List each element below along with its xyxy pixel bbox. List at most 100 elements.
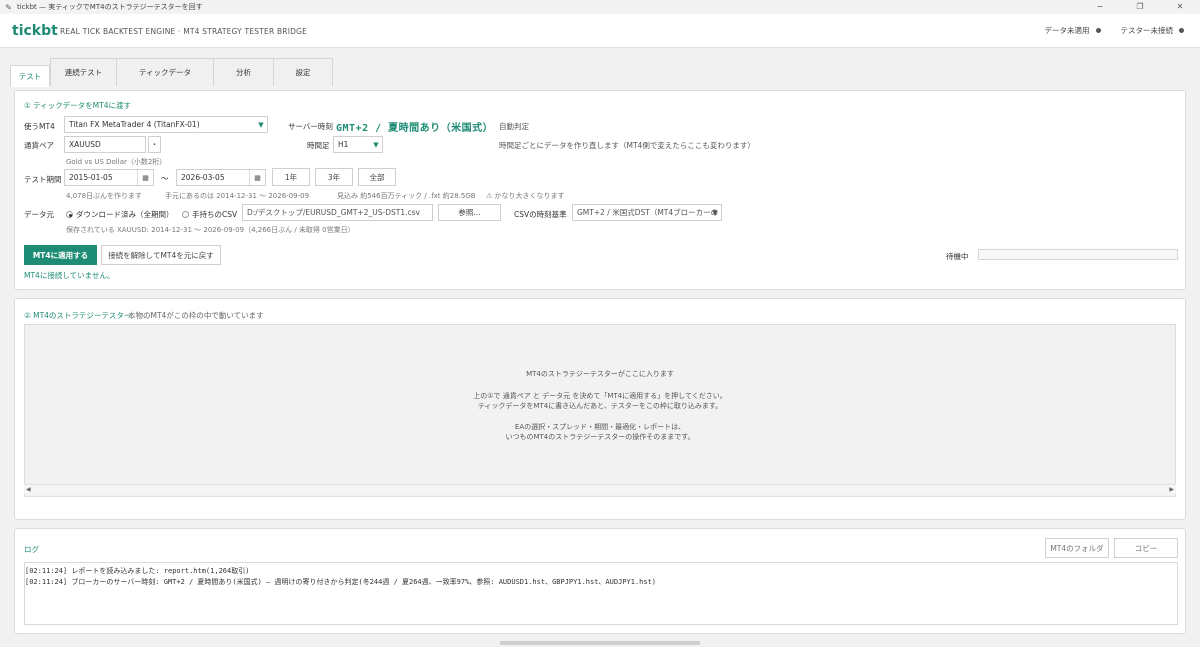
brand-logo: tickbt — [12, 23, 58, 39]
pair-picker-label: ・ — [150, 140, 159, 149]
log-output[interactable]: [02:11:24] レポートを読み込みました: report.htm(1,26… — [24, 562, 1178, 625]
tab-serial-test[interactable]: 連続テスト — [50, 58, 117, 86]
estimate-info: 見込み 約546百万ティック / .fxt 約28.5GB — [337, 192, 476, 200]
app-subtitle: REAL TICK BACKTEST ENGINE · MT4 STRATEGY… — [60, 27, 308, 36]
csv-timezone-select[interactable]: GMT+2 / 米国式DST（MT4ブローカーの ▼ — [572, 204, 722, 221]
chevron-down-icon: ▼ — [712, 208, 718, 217]
mt4-folder-label: MT4のフォルダ — [1050, 543, 1104, 553]
pair-input-value: XAUUSD — [69, 140, 101, 149]
timeframe-select[interactable]: H1 ▼ — [333, 136, 383, 153]
strategy-tester-panel: ② MT4のストラテジーテスター 本物のMT4がこの枠の中で動いています MT4… — [14, 298, 1186, 520]
mt4-label: 使うMT4 — [24, 122, 55, 131]
tab-test-label: テスト — [18, 71, 42, 81]
available-range-info: 手元にあるのは 2014-12-31 〜 2026-09-09 — [165, 192, 310, 200]
apply-to-mt4-button[interactable]: MT4に適用する — [24, 245, 97, 265]
csv-path-value: D:/デスクトップ/EURUSD_GMT+2_US-DST1.csv — [247, 208, 420, 217]
period-label: テスト期間 — [24, 175, 62, 184]
size-warning: ⚠ かなり大きくなります — [486, 192, 565, 200]
date-to-value: 2026-03-05 — [181, 173, 225, 182]
tick-data-panel: ① ティックデータをMT4に渡す 使うMT4 Titan FX MetaTrad… — [14, 90, 1186, 290]
copy-label: コピー — [1134, 543, 1158, 553]
server-time-label: サーバー時刻 — [288, 122, 333, 131]
placeholder-title: MT4のストラテジーテスターがここに入ります — [526, 370, 674, 378]
placeholder-line-2: ティックデータをMT4に書き込んだあと、テスターをこの枠に取り込みます。 — [477, 402, 723, 410]
tester-embed-area[interactable]: MT4のストラテジーテスターがここに入ります 上の①で 通貨ペア と データ元 … — [24, 324, 1176, 497]
period-days-info: 4,078日ぶんを作ります — [66, 192, 143, 200]
auto-detect-label: 自動判定 — [499, 122, 529, 131]
tab-analysis[interactable]: 分析 — [213, 58, 274, 86]
data-status: データ未適用 — [1044, 26, 1090, 35]
date-range-separator: 〜 — [161, 174, 169, 183]
tab-tick-data-label: ティックデータ — [138, 68, 192, 77]
preset-1y-label: 1年 — [284, 172, 298, 182]
log-line: [02:11:24] ブローカーのサーバー時刻: GMT+2 / 夏時間あり(米… — [25, 578, 657, 586]
mt4-select[interactable]: Titan FX MetaTrader 4 (TitanFX-01) ▼ — [64, 116, 268, 133]
minimize-button[interactable]: − — [1080, 0, 1120, 14]
mt4-select-value: Titan FX MetaTrader 4 (TitanFX-01) — [69, 120, 200, 129]
scroll-left-icon[interactable]: ◀ — [26, 486, 31, 493]
browse-label: 参照... — [458, 208, 481, 217]
preset-3y-label: 3年 — [327, 172, 341, 182]
source-csv-label: 手持ちのCSV — [192, 210, 238, 219]
log-title: ログ — [24, 545, 39, 554]
disconnect-restore-button[interactable]: 接続を解除してMT4を元に戻す — [101, 245, 221, 265]
date-to-input[interactable]: 2026-03-05 ▦ — [176, 169, 266, 186]
browse-button[interactable]: 参照... — [438, 204, 501, 221]
calendar-icon[interactable]: ▦ — [249, 170, 265, 185]
maximize-button[interactable]: ❐ — [1120, 0, 1160, 14]
window-title: tickbt — 実ティックでMT4のストラテジーテスターを回す — [17, 3, 203, 11]
timeframe-select-value: H1 — [338, 140, 349, 149]
radio-unselected-icon — [182, 211, 189, 218]
mt4-folder-button[interactable]: MT4のフォルダ — [1045, 538, 1109, 558]
csv-path-input[interactable]: D:/デスクトップ/EURUSD_GMT+2_US-DST1.csv — [242, 204, 433, 221]
chevron-down-icon: ▼ — [373, 140, 379, 149]
preset-1y-button[interactable]: 1年 — [272, 168, 310, 186]
progress-bar — [978, 249, 1178, 260]
tester-status: テスター未接続 — [1120, 26, 1174, 35]
pair-input[interactable]: XAUUSD — [64, 136, 146, 153]
window-scrollbar[interactable] — [500, 641, 700, 645]
stored-data-info: 保存されている XAUUSD: 2014-12-31 〜 2026-09-09（… — [66, 226, 355, 234]
connection-status: MT4に接続していません。 — [24, 271, 115, 280]
scroll-right-icon[interactable]: ▶ — [1169, 486, 1174, 493]
data-status-dot-icon — [1095, 28, 1101, 33]
source-label: データ元 — [24, 210, 54, 219]
source-downloaded-label: ダウンロード済み（全期間） — [76, 210, 174, 219]
timeframe-label: 時間足 — [307, 141, 330, 150]
placeholder-line-4: いつものMT4のストラテジーテスターの操作そのままです。 — [505, 433, 695, 441]
state-label: 待機中 — [946, 252, 969, 261]
date-from-value: 2015-01-05 — [69, 173, 113, 182]
close-button[interactable]: ✕ — [1160, 0, 1200, 14]
horizontal-scrollbar[interactable]: ◀ ▶ — [24, 484, 1176, 494]
pair-description: Gold vs US Dollar（小数2桁） — [66, 158, 167, 166]
tab-settings[interactable]: 設定 — [273, 58, 333, 86]
placeholder-line-3: EAの選択・スプレッド・期間・最適化・レポートは、 — [514, 423, 686, 431]
chevron-down-icon: ▼ — [258, 120, 264, 129]
pair-picker-button[interactable]: ・ — [148, 136, 161, 153]
tester-status-dot-icon — [1179, 28, 1184, 33]
copy-button[interactable]: コピー — [1114, 538, 1178, 558]
source-downloaded-radio[interactable]: ダウンロード済み（全期間） — [66, 209, 174, 220]
app-header: tickbt REAL TICK BACKTEST ENGINE · MT4 S… — [0, 14, 1200, 48]
status-group: データ未適用 テスター未接続 — [1044, 25, 1184, 36]
server-time-value: GMT+2 / 夏時間あり（米国式） — [336, 123, 494, 134]
preset-3y-button[interactable]: 3年 — [315, 168, 353, 186]
pair-label: 通貨ペア — [24, 141, 54, 150]
disconnect-restore-label: 接続を解除してMT4を元に戻す — [108, 250, 214, 260]
calendar-icon[interactable]: ▦ — [137, 170, 153, 185]
window-titlebar: ✎ tickbt — 実ティックでMT4のストラテジーテスターを回す − ❐ ✕ — [0, 0, 1200, 14]
section2-title: ② MT4のストラテジーテスター — [24, 311, 132, 320]
tab-test[interactable]: テスト — [10, 65, 50, 87]
preset-all-button[interactable]: 全部 — [358, 168, 396, 186]
source-csv-radio[interactable]: 手持ちのCSV — [182, 209, 237, 220]
tab-settings-label: 設定 — [295, 68, 311, 77]
tab-tick-data[interactable]: ティックデータ — [116, 58, 214, 86]
section1-title: ① ティックデータをMT4に渡す — [24, 101, 131, 110]
log-line: [02:11:24] レポートを読み込みました: report.htm(1,26… — [25, 567, 250, 575]
tab-serial-test-label: 連続テスト — [64, 68, 103, 77]
timeframe-note: 時間足ごとにデータを作り直します（MT4側で変えたらここも変わります） — [499, 141, 755, 150]
feather-icon: ✎ — [5, 2, 12, 12]
apply-to-mt4-label: MT4に適用する — [32, 250, 89, 260]
date-from-input[interactable]: 2015-01-05 ▦ — [64, 169, 154, 186]
preset-all-label: 全部 — [369, 172, 385, 182]
